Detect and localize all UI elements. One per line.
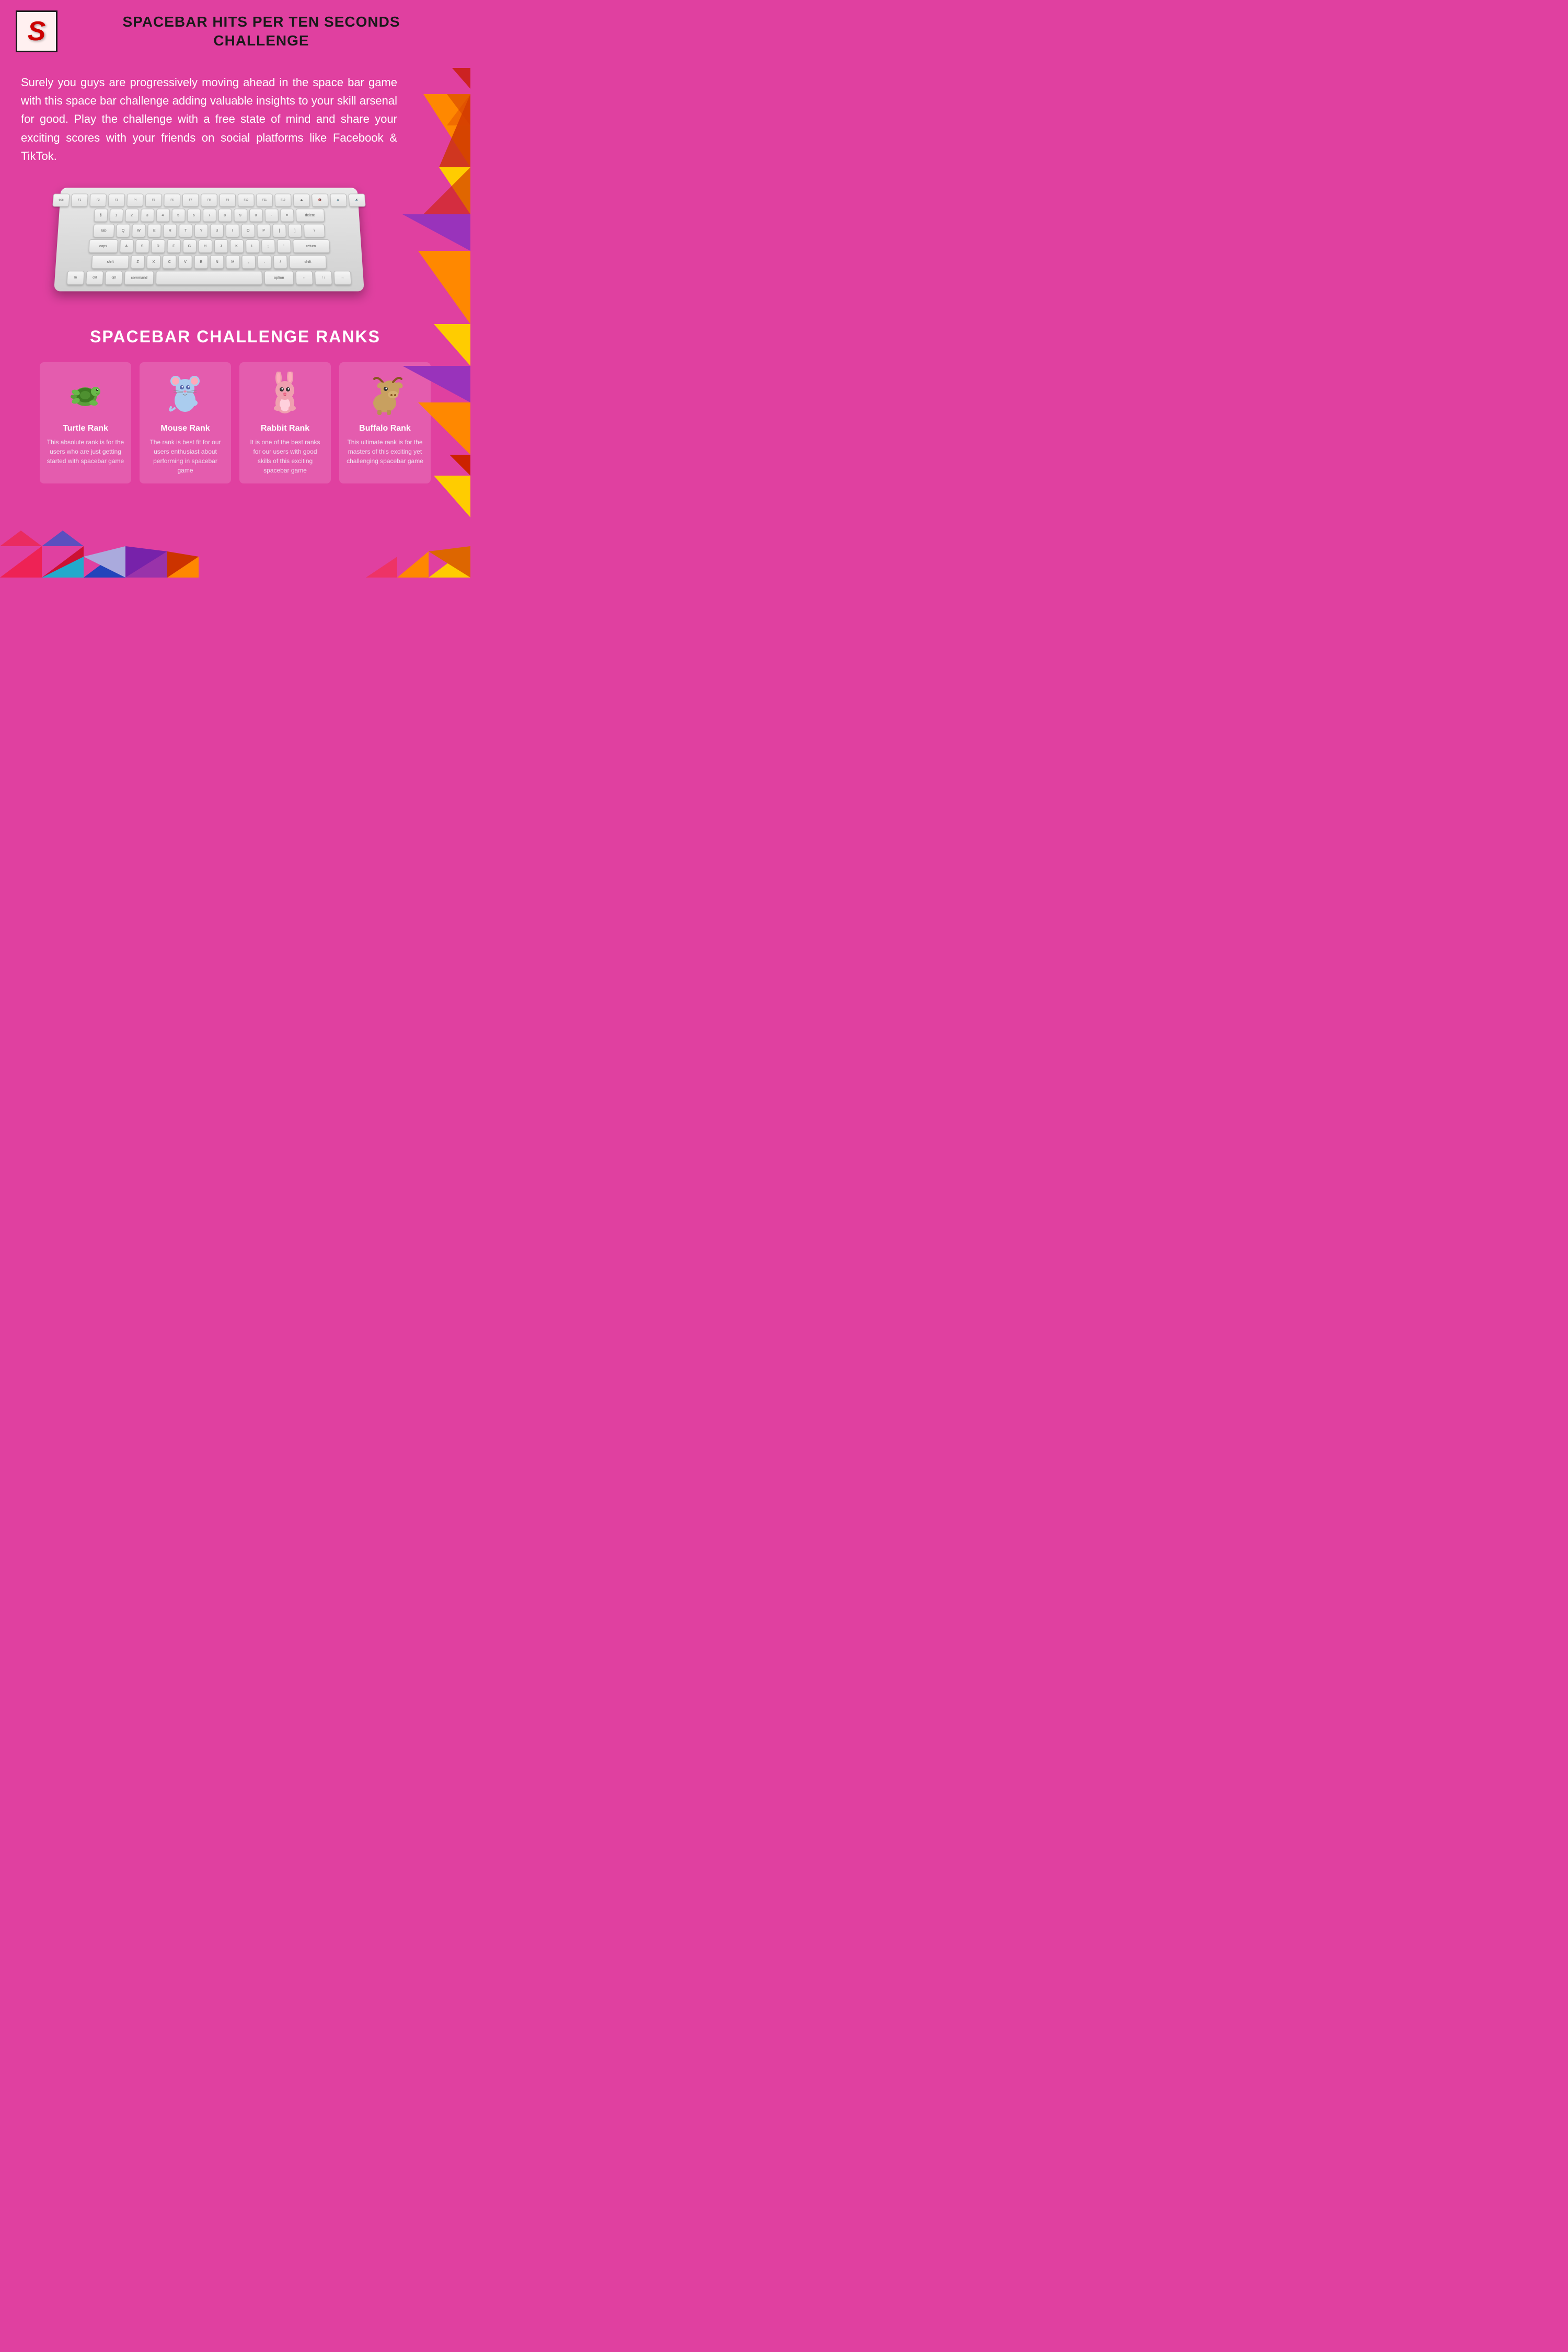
turtle-animal — [62, 371, 109, 418]
intro-paragraph: Surely you guys are progressively moving… — [21, 73, 397, 165]
mouse-rank-desc: The rank is best fit for our users enthu… — [146, 437, 225, 475]
rank-card-turtle: Turtle Rank This absolute rank is for th… — [40, 362, 131, 483]
rabbit-rank-desc: It is one of the best ranks for our user… — [246, 437, 325, 475]
buffalo-animal — [362, 371, 409, 418]
rank-card-buffalo: Buffalo Rank This ultimate rank is for t… — [339, 362, 431, 483]
mouse-animal — [162, 371, 209, 418]
page-title: SPACEBAR HITS PER TEN SECONDS CHALLENGE — [68, 13, 455, 51]
turtle-rank-name: Turtle Rank — [63, 424, 108, 433]
logo-letter: S — [28, 16, 46, 47]
keyboard-illustration: esc F1 F2 F3 F4 F5 F6 F7 F8 F9 F10 F11 F… — [54, 188, 364, 291]
intro-section: Surely you guys are progressively moving… — [0, 63, 470, 317]
ranks-section: SPACEBAR CHALLENGE RANKS — [0, 317, 470, 499]
turtle-rank-desc: This absolute rank is for the users who … — [46, 437, 125, 466]
rabbit-animal — [262, 371, 309, 418]
bottom-triangles-svg — [0, 504, 470, 578]
rank-card-rabbit: Rabbit Rank It is one of the best ranks … — [239, 362, 331, 483]
buffalo-rank-name: Buffalo Rank — [359, 424, 411, 433]
mouse-rank-name: Mouse Rank — [160, 424, 210, 433]
ranks-title: SPACEBAR CHALLENGE RANKS — [16, 327, 455, 347]
ranks-grid: Turtle Rank This absolute rank is for th… — [16, 362, 455, 483]
header: S SPACEBAR HITS PER TEN SECONDS CHALLENG… — [0, 0, 470, 63]
rank-card-mouse: Mouse Rank The rank is best fit for our … — [140, 362, 231, 483]
buffalo-rank-desc: This ultimate rank is for the masters of… — [345, 437, 424, 466]
logo-box: S — [16, 10, 57, 52]
bottom-decoration — [0, 499, 470, 580]
rabbit-rank-name: Rabbit Rank — [261, 424, 309, 433]
main-layout: Surely you guys are progressively moving… — [0, 63, 470, 580]
keyboard-container: esc F1 F2 F3 F4 F5 F6 F7 F8 F9 F10 F11 F… — [21, 176, 397, 306]
